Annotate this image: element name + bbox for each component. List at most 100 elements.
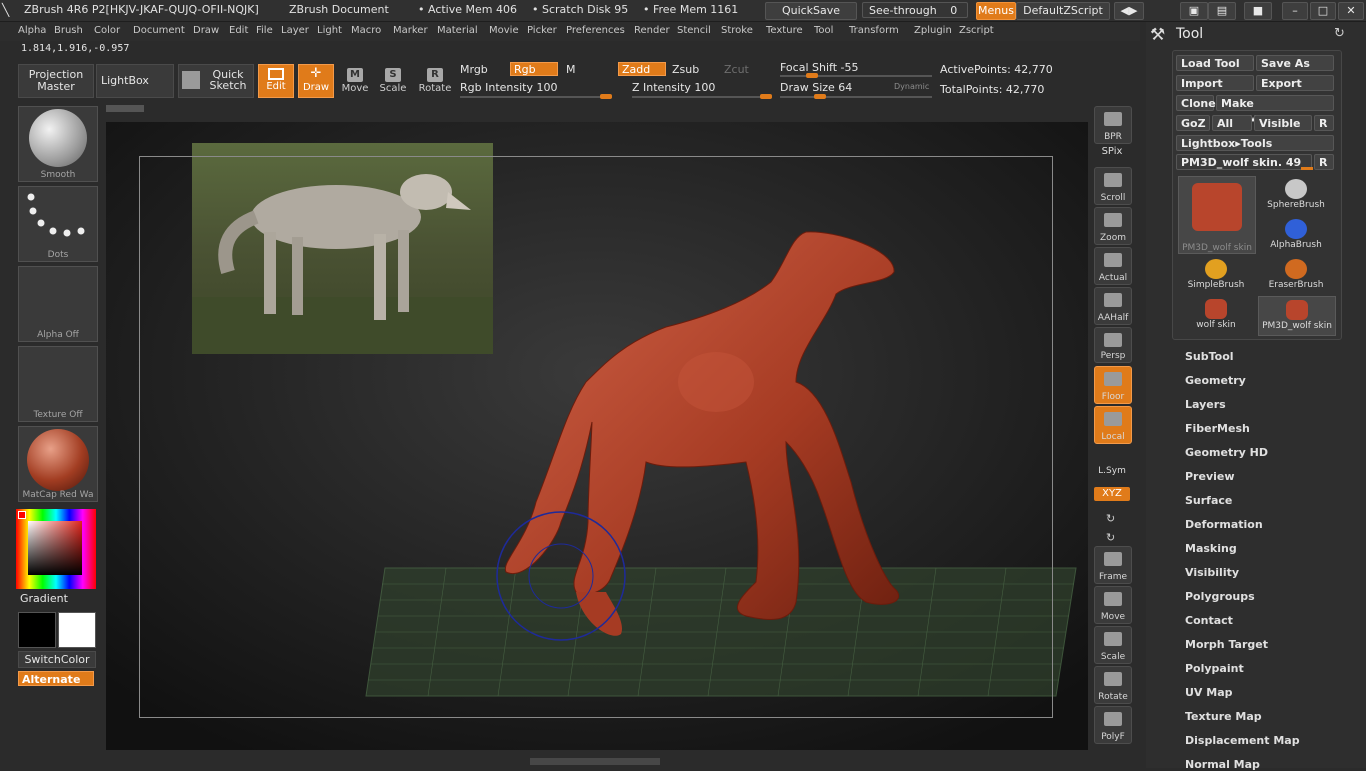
zoom-button[interactable]: Zoom <box>1094 207 1132 245</box>
load-tool-button[interactable]: Load Tool <box>1176 55 1254 71</box>
persp-button[interactable]: Persp <box>1094 327 1132 363</box>
secondary-color-swatch[interactable] <box>58 612 96 648</box>
section-contact[interactable]: Contact <box>1185 614 1233 627</box>
quicksave-button[interactable]: QuickSave <box>765 2 857 20</box>
stroke-selector[interactable]: Dots <box>18 186 98 262</box>
section-geometry-hd[interactable]: Geometry HD <box>1185 446 1268 459</box>
section-texture-map[interactable]: Texture Map <box>1185 710 1262 723</box>
canvas-bottom-scroll[interactable] <box>530 758 660 765</box>
prev-next-icon[interactable]: ◀▶ <box>1114 2 1144 20</box>
goz-all-button[interactable]: All <box>1212 115 1252 131</box>
quick-sketch-button[interactable]: Quick Sketch <box>178 64 254 98</box>
menu-layer[interactable]: Layer <box>281 25 309 36</box>
menu-edit[interactable]: Edit <box>229 25 248 36</box>
current-tool-slider[interactable]: PM3D_wolf skin. 49 <box>1176 154 1313 170</box>
rotate-y-icon[interactable]: ↻ <box>1106 512 1115 525</box>
export-button[interactable]: Export <box>1256 75 1334 91</box>
menu-stencil[interactable]: Stencil <box>677 25 711 36</box>
close-icon[interactable]: ✕ <box>1338 2 1364 20</box>
menu-transform[interactable]: Transform <box>849 25 899 36</box>
canvas-scroll-handle[interactable] <box>106 105 144 112</box>
goz-r-button[interactable]: R <box>1314 115 1334 131</box>
focal-shift-knob[interactable] <box>806 73 818 78</box>
menu-light[interactable]: Light <box>317 25 342 36</box>
xyz-button[interactable]: XYZ <box>1094 487 1130 501</box>
section-displacement-map[interactable]: Displacement Map <box>1185 734 1300 747</box>
mrgb-toggle[interactable]: Mrgb <box>460 63 488 76</box>
bpr-button[interactable]: BPR <box>1094 106 1132 144</box>
focal-shift-slider[interactable] <box>780 73 932 78</box>
rotate-z-icon[interactable]: ↻ <box>1106 531 1115 544</box>
section-deformation[interactable]: Deformation <box>1185 518 1263 531</box>
draw-size-knob[interactable] <box>814 94 826 99</box>
rotate-button[interactable]: R Rotate <box>416 64 454 100</box>
m-toggle[interactable]: M <box>566 63 576 76</box>
move-button[interactable]: Move <box>1094 586 1132 624</box>
see-through-slider[interactable]: See-through 0 <box>862 2 968 18</box>
menu-marker[interactable]: Marker <box>393 25 428 36</box>
layout-icon[interactable]: ▣ <box>1180 2 1208 20</box>
texture-selector[interactable]: Texture Off <box>18 346 98 422</box>
polyf-button[interactable]: PolyF <box>1094 706 1132 744</box>
lightbox-tools-button[interactable]: Lightbox▸Tools <box>1176 135 1334 151</box>
section-geometry[interactable]: Geometry <box>1185 374 1246 387</box>
goz-visible-button[interactable]: Visible <box>1254 115 1312 131</box>
section-morph-target[interactable]: Morph Target <box>1185 638 1268 651</box>
actual-button[interactable]: Actual <box>1094 247 1132 285</box>
material-selector[interactable]: MatCap Red Wa <box>18 426 98 502</box>
section-surface[interactable]: Surface <box>1185 494 1232 507</box>
tool-thumb-spherebrush[interactable]: SphereBrush <box>1258 176 1334 214</box>
frame-button[interactable]: Frame <box>1094 546 1132 584</box>
current-tool-r-button[interactable]: R <box>1314 154 1334 170</box>
alternate-button[interactable]: Alternate <box>18 671 94 686</box>
menu-tool[interactable]: Tool <box>814 25 833 36</box>
menu-macro[interactable]: Macro <box>351 25 381 36</box>
dynamic-toggle[interactable]: Dynamic <box>894 82 929 91</box>
menu-movie[interactable]: Movie <box>489 25 519 36</box>
menu-zplugin[interactable]: Zplugin <box>914 25 952 36</box>
zbrush-logo-icon[interactable]: ╲ <box>2 3 9 17</box>
aahalf-button[interactable]: AAHalf <box>1094 287 1132 325</box>
section-fibermesh[interactable]: FiberMesh <box>1185 422 1250 435</box>
scale-button[interactable]: Scale <box>1094 626 1132 664</box>
color-picker[interactable] <box>16 509 96 589</box>
menu-alpha[interactable]: Alpha <box>18 25 46 36</box>
scale-button[interactable]: S Scale <box>374 64 412 100</box>
menu-picker[interactable]: Picker <box>527 25 557 36</box>
brush-selector[interactable]: Smooth <box>18 106 98 182</box>
minimize-icon[interactable]: – <box>1282 2 1308 20</box>
maximize-icon[interactable]: □ <box>1310 2 1336 20</box>
alpha-selector[interactable]: Alpha Off <box>18 266 98 342</box>
edit-button[interactable]: Edit <box>258 64 294 98</box>
menu-file[interactable]: File <box>256 25 273 36</box>
z-intensity-slider[interactable] <box>632 94 772 99</box>
section-polypaint[interactable]: Polypaint <box>1185 662 1244 675</box>
lsym-button[interactable]: L.Sym <box>1096 466 1128 476</box>
menu-document[interactable]: Document <box>133 25 185 36</box>
refresh-icon[interactable]: ↻ <box>1334 26 1345 41</box>
rgb-intensity-slider[interactable] <box>460 94 612 99</box>
section-masking[interactable]: Masking <box>1185 542 1237 555</box>
section-normal-map[interactable]: Normal Map <box>1185 758 1260 771</box>
menu-draw[interactable]: Draw <box>193 25 219 36</box>
floor-button[interactable]: Floor <box>1094 366 1132 404</box>
draw-button[interactable]: ✛ Draw <box>298 64 334 98</box>
projection-master-button[interactable]: Projection Master <box>18 64 94 98</box>
zcut-toggle[interactable]: Zcut <box>724 63 749 76</box>
tool-thumb-pm3d-wolf-skin[interactable]: PM3D_wolf skin <box>1258 296 1336 336</box>
switch-color-button[interactable]: SwitchColor <box>18 651 96 668</box>
tool-thumb-alphabrush[interactable]: AlphaBrush <box>1258 216 1334 254</box>
menu-color[interactable]: Color <box>94 25 120 36</box>
scroll-button[interactable]: Scroll <box>1094 167 1132 205</box>
make-polymesh-button[interactable]: Make PolyMesh3D <box>1216 95 1334 126</box>
current-tool-knob[interactable] <box>1301 167 1313 170</box>
section-uv-map[interactable]: UV Map <box>1185 686 1233 699</box>
menu-zscript[interactable]: Zscript <box>959 25 994 36</box>
tool-thumb-pm3d-wolf-skin[interactable]: PM3D_wolf skin <box>1178 176 1256 254</box>
save-as-button[interactable]: Save As <box>1256 55 1334 71</box>
menu-preferences[interactable]: Preferences <box>566 25 625 36</box>
spix-slider[interactable]: SPix <box>1096 146 1128 157</box>
section-visibility[interactable]: Visibility <box>1185 566 1239 579</box>
zadd-toggle[interactable]: Zadd <box>618 62 666 76</box>
default-zscript-button[interactable]: DefaultZScript <box>1016 2 1110 20</box>
